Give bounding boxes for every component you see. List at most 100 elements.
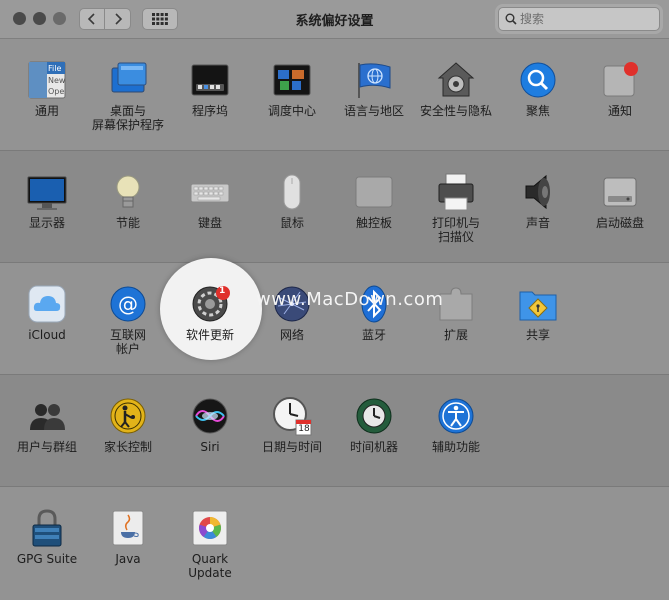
- desktop-icon: [108, 60, 148, 100]
- dock-icon: [190, 60, 230, 100]
- pane-label: 桌面与 屏幕保护程序: [91, 104, 164, 132]
- siri-icon: [190, 396, 230, 436]
- spotlight-icon: [518, 60, 558, 100]
- pane-notifications[interactable]: 通知: [579, 60, 661, 118]
- pane-label: Java: [115, 552, 141, 566]
- pane-sound[interactable]: 声音: [497, 172, 579, 230]
- pane-label: 节能: [115, 216, 140, 230]
- search-field[interactable]: [498, 7, 660, 31]
- pane-label: 共享: [525, 328, 550, 342]
- pane-label: 通知: [607, 104, 632, 118]
- icloud-icon: [27, 284, 67, 324]
- gpg-lock-icon: [27, 508, 67, 548]
- pane-desktop[interactable]: 桌面与 屏幕保护程序: [87, 60, 169, 132]
- pane-label: Quark Update: [188, 552, 232, 580]
- pane-mission-control[interactable]: 调度中心: [251, 60, 333, 118]
- pane-label: 辅助功能: [431, 440, 480, 454]
- mouse-icon: [272, 172, 312, 212]
- security-house-icon: [436, 60, 476, 100]
- time-machine-icon: [354, 396, 394, 436]
- energy-bulb-icon: [108, 172, 148, 212]
- pane-label: 语言与地区: [343, 104, 404, 118]
- pane-software-update[interactable]: 1 软件更新: [169, 284, 251, 342]
- pane-label: 聚焦: [525, 104, 550, 118]
- pane-label: 触控板: [355, 216, 392, 230]
- pane-date-time[interactable]: 18 日期与时间: [251, 396, 333, 454]
- trackpad-icon: [354, 172, 394, 212]
- pane-label: 安全性与隐私: [419, 104, 492, 118]
- pane-label: 软件更新: [185, 328, 234, 342]
- pane-quark-update[interactable]: Quark Update: [169, 508, 251, 580]
- users-icon: [27, 396, 67, 436]
- pane-java[interactable]: Java: [87, 508, 169, 566]
- pane-label: 显示器: [28, 216, 65, 230]
- pane-energy-saver[interactable]: 节能: [87, 172, 169, 230]
- pane-keyboard[interactable]: 键盘: [169, 172, 251, 230]
- software-update-icon: 1: [190, 284, 230, 324]
- calendar-day: 18: [298, 424, 310, 434]
- pane-label: 打印机与 扫描仪: [431, 216, 480, 244]
- pane-label: 网络: [279, 328, 304, 342]
- startup-disk-icon: [600, 172, 640, 212]
- pane-label: 键盘: [197, 216, 222, 230]
- pane-label: 日期与时间: [261, 440, 322, 454]
- pane-label: 鼠标: [279, 216, 304, 230]
- search-input[interactable]: [517, 12, 650, 26]
- speaker-icon: [518, 172, 558, 212]
- pane-label: GPG Suite: [16, 552, 78, 566]
- pane-trackpad[interactable]: 触控板: [333, 172, 415, 230]
- notifications-icon: [600, 60, 640, 100]
- pane-dock[interactable]: 程序坞: [169, 60, 251, 118]
- pane-label: 蓝牙: [361, 328, 386, 342]
- pane-parental-controls[interactable]: 家长控制: [87, 396, 169, 454]
- pane-label: 程序坞: [191, 104, 228, 118]
- search-icon: [505, 13, 517, 25]
- pane-label: 声音: [525, 216, 550, 230]
- pane-icloud[interactable]: iCloud: [6, 284, 88, 342]
- sharing-icon: [518, 284, 558, 324]
- clock-calendar-icon: 18: [272, 396, 312, 436]
- general-icon-text: New: [48, 76, 66, 85]
- update-badge-count: 1: [219, 286, 226, 296]
- watermark-text: www.MacDown.com: [256, 289, 444, 310]
- pane-label: 调度中心: [267, 104, 316, 118]
- globe-flag-icon: [354, 60, 394, 100]
- mission-control-icon: [272, 60, 312, 100]
- pane-accessibility[interactable]: 辅助功能: [415, 396, 497, 454]
- pane-label: Siri: [200, 440, 220, 454]
- title-bar: 系统偏好设置: [0, 0, 669, 39]
- general-icon-text: File: [48, 64, 62, 73]
- pane-printers-scanners[interactable]: 打印机与 扫描仪: [415, 172, 497, 244]
- pane-label: 用户与群组: [16, 440, 77, 454]
- accessibility-icon: [436, 396, 476, 436]
- quark-update-icon: [190, 508, 230, 548]
- pane-internet-accounts[interactable]: @ 互联网 帐户: [87, 284, 169, 356]
- pane-label: 扩展: [443, 328, 468, 342]
- pane-label: 启动磁盘: [595, 216, 644, 230]
- internet-accounts-icon: @: [108, 284, 148, 324]
- pane-mouse[interactable]: 鼠标: [251, 172, 333, 230]
- pane-users-groups[interactable]: 用户与群组: [6, 396, 88, 454]
- pane-security-privacy[interactable]: 安全性与隐私: [415, 60, 497, 118]
- pane-label: 互联网 帐户: [109, 328, 146, 356]
- pane-label: 家长控制: [103, 440, 152, 454]
- svg-text:@: @: [118, 292, 138, 316]
- pane-label: 时间机器: [349, 440, 398, 454]
- printer-icon: [436, 172, 476, 212]
- pane-displays[interactable]: 显示器: [6, 172, 88, 230]
- pane-label: iCloud: [28, 328, 66, 342]
- pane-language-region[interactable]: 语言与地区: [333, 60, 415, 118]
- pane-spotlight[interactable]: 聚焦: [497, 60, 579, 118]
- pane-siri[interactable]: Siri: [169, 396, 251, 454]
- general-icon-text: Ope: [48, 87, 65, 96]
- pane-time-machine[interactable]: 时间机器: [333, 396, 415, 454]
- pane-gpg-suite[interactable]: GPG Suite: [6, 508, 88, 566]
- pane-general[interactable]: File New Ope 通用: [6, 60, 88, 118]
- java-icon: [108, 508, 148, 548]
- pane-sharing[interactable]: 共享: [497, 284, 579, 342]
- display-icon: [27, 172, 67, 212]
- keyboard-icon: [190, 172, 230, 212]
- pane-label: 通用: [34, 104, 59, 118]
- parental-controls-icon: [108, 396, 148, 436]
- pane-startup-disk[interactable]: 启动磁盘: [579, 172, 661, 230]
